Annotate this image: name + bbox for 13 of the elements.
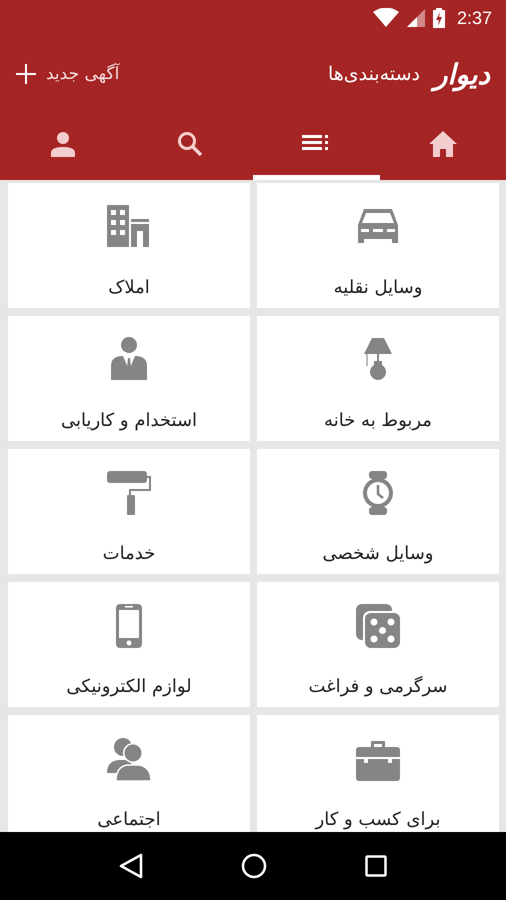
- new-ad-button[interactable]: آگهی جدید: [16, 64, 120, 84]
- category-tile[interactable]: وسایل شخصی: [257, 449, 499, 574]
- category-tile[interactable]: لوازم الکترونیکی: [8, 582, 250, 707]
- category-tile[interactable]: خدمات: [8, 449, 250, 574]
- category-tile[interactable]: اجتماعی: [8, 715, 250, 832]
- category-tile[interactable]: مربوط به خانه: [257, 316, 499, 441]
- category-tile[interactable]: استخدام و کاریابی: [8, 316, 250, 441]
- category-tile[interactable]: برای کسب و کار: [257, 715, 499, 832]
- clock-time: 2:37: [456, 8, 492, 28]
- category-tile[interactable]: سرگرمی و فراغت: [257, 582, 499, 707]
- category-tile[interactable]: وسایل نقلیه: [257, 183, 499, 308]
- page-title: دسته‌بندی‌ها: [328, 63, 420, 85]
- category-tile[interactable]: املاک: [8, 183, 250, 308]
